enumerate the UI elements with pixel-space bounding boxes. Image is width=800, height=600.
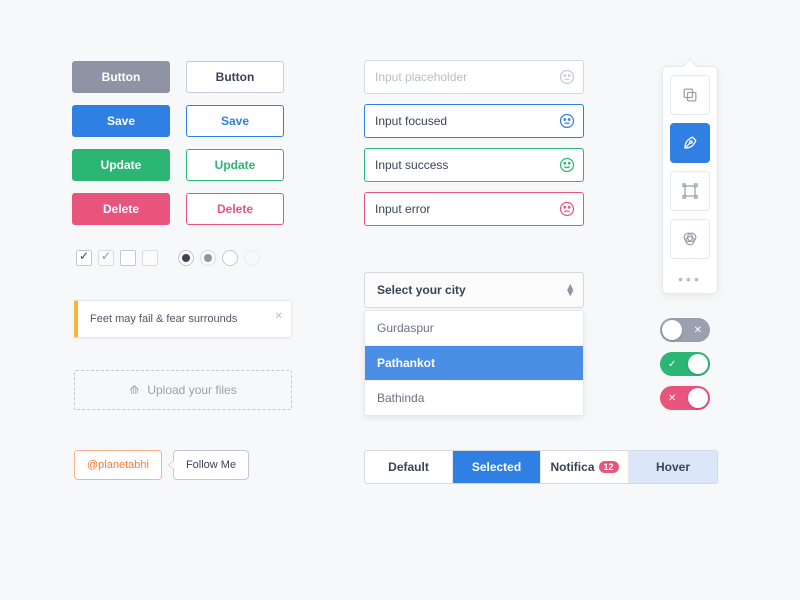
- toggle-knob: [688, 354, 708, 374]
- button-label: Delete: [103, 202, 139, 216]
- button-label: Save: [221, 114, 249, 128]
- follow-label: Follow Me: [186, 459, 236, 471]
- tab-label: Default: [388, 460, 429, 474]
- upload-dropzone[interactable]: ⟰ Upload your files: [74, 370, 292, 410]
- radio-unselected[interactable]: [222, 250, 238, 266]
- tool-transform[interactable]: [670, 171, 710, 211]
- dropdown-item-label: Gurdaspur: [377, 321, 434, 335]
- tab-default[interactable]: Default: [365, 451, 453, 483]
- input-placeholder[interactable]: Input placeholder: [364, 60, 584, 94]
- button-label: Update: [215, 158, 256, 172]
- save-button-outline[interactable]: Save: [186, 105, 284, 137]
- radio-unselected-faint[interactable]: [244, 250, 260, 266]
- radio-selected[interactable]: [178, 250, 194, 266]
- checkbox-unchecked[interactable]: [120, 250, 136, 266]
- segmented-tabs: Default Selected Notifica 12 Hover: [364, 450, 718, 484]
- button-label: Save: [107, 114, 135, 128]
- button-label: Button: [102, 70, 141, 84]
- dropdown-item[interactable]: Gurdaspur: [365, 311, 583, 346]
- toggle-off[interactable]: ✕: [660, 318, 710, 342]
- toggle-on-success[interactable]: ✓: [660, 352, 710, 376]
- select-placeholder: Select your city: [377, 283, 466, 297]
- toggle-knob: [688, 388, 708, 408]
- tab-hover[interactable]: Hover: [629, 451, 717, 483]
- input-error[interactable]: Input error: [364, 192, 584, 226]
- input-text: Input error: [375, 202, 430, 216]
- input-text: Input focused: [375, 114, 447, 128]
- palette-more-icon[interactable]: •••: [678, 267, 702, 289]
- toggle-on-danger[interactable]: ✕: [660, 386, 710, 410]
- check-icon: ✓: [668, 359, 676, 370]
- button-default-outline[interactable]: Button: [186, 61, 284, 93]
- layers-icon: [680, 85, 700, 105]
- alert-close-icon[interactable]: ✕: [275, 311, 283, 322]
- input-text: Input success: [375, 158, 448, 172]
- city-dropdown: Gurdaspur Pathankot Bathinda: [364, 310, 584, 416]
- face-smile-icon: [559, 157, 575, 173]
- dropdown-item-label: Pathankot: [377, 356, 435, 370]
- alert-text: Feet may fail & fear surrounds: [90, 313, 237, 325]
- tab-notification[interactable]: Notifica 12: [541, 451, 629, 483]
- x-icon: ✕: [694, 325, 702, 336]
- toggle-knob: [662, 320, 682, 340]
- button-default[interactable]: Button: [72, 61, 170, 93]
- dropdown-item-label: Bathinda: [377, 391, 424, 405]
- tab-label: Selected: [472, 460, 521, 474]
- input-text: Input placeholder: [375, 70, 467, 84]
- tab-label: Notifica: [550, 460, 594, 474]
- dropdown-item-selected[interactable]: Pathankot: [365, 346, 583, 381]
- x-icon: ✕: [668, 393, 676, 404]
- face-neutral-icon: [559, 69, 575, 85]
- checkbox-unchecked-muted[interactable]: [142, 250, 158, 266]
- update-button[interactable]: Update: [72, 149, 170, 181]
- radio-selected-muted[interactable]: [200, 250, 216, 266]
- dropdown-item[interactable]: Bathinda: [365, 381, 583, 415]
- handle-pill[interactable]: @planetabhi: [74, 450, 162, 480]
- input-focused[interactable]: Input focused: [364, 104, 584, 138]
- notification-badge: 12: [599, 461, 619, 473]
- upload-label: Upload your files: [147, 383, 236, 397]
- button-label: Delete: [217, 202, 253, 216]
- button-label: Update: [101, 158, 142, 172]
- save-button[interactable]: Save: [72, 105, 170, 137]
- pill-caret-icon: [168, 460, 174, 470]
- city-select[interactable]: Select your city ▴▾: [364, 272, 584, 308]
- button-label: Button: [216, 70, 255, 84]
- face-frown-icon: [559, 201, 575, 217]
- tab-selected[interactable]: Selected: [453, 451, 541, 483]
- chevron-sort-icon: ▴▾: [567, 284, 573, 296]
- venn-icon: [680, 229, 700, 249]
- pen-icon: [680, 133, 700, 153]
- update-button-outline[interactable]: Update: [186, 149, 284, 181]
- transform-icon: [680, 181, 700, 201]
- delete-button-outline[interactable]: Delete: [186, 193, 284, 225]
- alert-warning: Feet may fail & fear surrounds ✕: [74, 300, 292, 338]
- tab-label: Hover: [656, 460, 690, 474]
- checkbox-checked-muted[interactable]: [98, 250, 114, 266]
- tool-palette: •••: [662, 66, 718, 294]
- tool-layers[interactable]: [670, 75, 710, 115]
- face-neutral-icon: [559, 113, 575, 129]
- handle-text: @planetabhi: [87, 459, 149, 471]
- checkbox-checked[interactable]: [76, 250, 92, 266]
- tool-filters[interactable]: [670, 219, 710, 259]
- input-success[interactable]: Input success: [364, 148, 584, 182]
- delete-button[interactable]: Delete: [72, 193, 170, 225]
- upload-icon: ⟰: [129, 384, 139, 396]
- follow-button[interactable]: Follow Me: [173, 450, 249, 480]
- tool-pen[interactable]: [670, 123, 710, 163]
